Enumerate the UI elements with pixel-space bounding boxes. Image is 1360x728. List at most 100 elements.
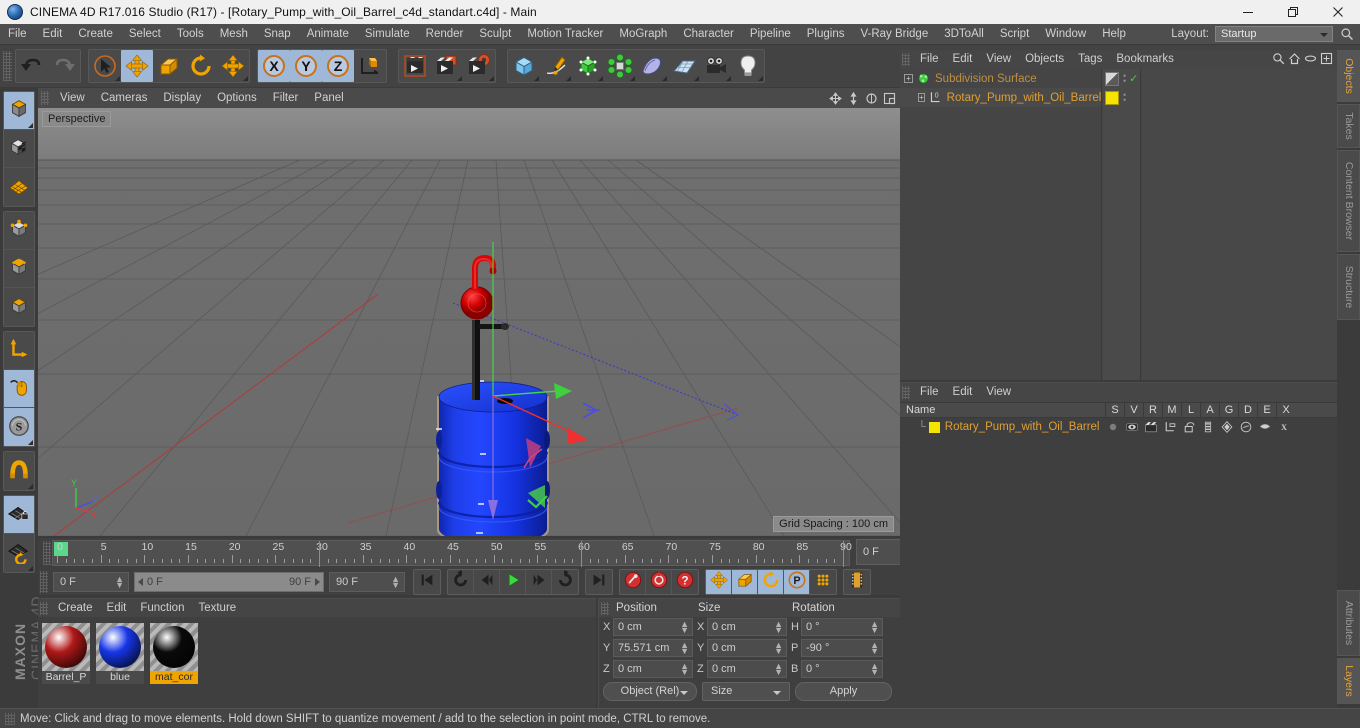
object-manager-drag-grip[interactable] <box>902 53 910 66</box>
apply-button[interactable]: Apply <box>795 682 892 701</box>
menu-item-3dtoall[interactable]: 3DToAll <box>936 24 992 45</box>
layer-menu-edit[interactable]: Edit <box>946 383 980 402</box>
record-active-objects-button[interactable] <box>620 569 646 594</box>
key-position-toggle[interactable] <box>706 569 732 594</box>
viewport-drag-grip[interactable] <box>41 91 49 105</box>
object-menu-objects[interactable]: Objects <box>1018 50 1071 69</box>
move-tool[interactable] <box>121 50 153 82</box>
play-backwards-loop-button[interactable] <box>448 569 474 594</box>
menu-item-mesh[interactable]: Mesh <box>212 24 256 45</box>
maximize-viewport-icon[interactable] <box>881 90 897 106</box>
vertical-tab-content-browser[interactable]: Content Browser <box>1337 150 1360 252</box>
vertical-tab-structure[interactable]: Structure <box>1337 254 1360 320</box>
play-forwards-loop-button[interactable] <box>552 570 578 594</box>
menu-item-mograph[interactable]: MoGraph <box>611 24 675 45</box>
layer-column-header-a[interactable]: A <box>1200 402 1219 418</box>
stepper-icon[interactable]: ▲▼ <box>774 620 783 635</box>
polygons-mode[interactable] <box>4 288 34 326</box>
layer-column-header-g[interactable]: G <box>1219 402 1238 418</box>
world-object-coordinates[interactable] <box>354 50 386 82</box>
redo-button[interactable] <box>48 50 80 82</box>
material-menu-texture[interactable]: Texture <box>191 599 243 617</box>
rotate-tool[interactable] <box>185 50 217 82</box>
layer-name-label[interactable]: Rotary_Pump_with_Oil_Barrel <box>945 421 1100 433</box>
layer-column-header-s[interactable]: S <box>1105 402 1124 418</box>
material-name-label[interactable]: Barrel_P <box>42 671 90 684</box>
viewport-menu-panel[interactable]: Panel <box>306 88 351 108</box>
key-parameter-toggle[interactable]: P <box>784 569 810 594</box>
key-rotation-toggle[interactable] <box>758 569 784 594</box>
stepper-icon[interactable]: ▲▼ <box>774 662 783 677</box>
size-field-2[interactable]: 0 cm ▲ ▼ <box>707 660 787 678</box>
menu-item-help[interactable]: Help <box>1094 24 1134 45</box>
add-spline-object[interactable] <box>540 50 572 82</box>
menu-item-create[interactable]: Create <box>70 24 121 45</box>
key-pla-toggle[interactable] <box>810 570 836 594</box>
menu-item-sculpt[interactable]: Sculpt <box>471 24 519 45</box>
lock-x-axis[interactable]: X <box>258 50 290 82</box>
perspective-viewport[interactable]: Perspective Grid Spacing : 100 cm Y Z X <box>38 108 900 536</box>
submenu-corner-icon[interactable] <box>115 76 120 81</box>
stepper-icon[interactable]: ▲▼ <box>870 641 879 656</box>
material-item[interactable]: mat_cor <box>150 623 198 684</box>
material-item[interactable]: blue <box>96 623 144 684</box>
layer-column-header-e[interactable]: E <box>1257 402 1276 418</box>
add-generator-object[interactable] <box>572 50 604 82</box>
fit-icon[interactable] <box>1320 52 1333 68</box>
timeline-end-field[interactable]: 90 F ▲ ▼ <box>329 571 405 592</box>
stepper-icon[interactable]: ▲▼ <box>391 574 400 589</box>
key-scale-toggle[interactable] <box>732 569 758 594</box>
visibility-dots-icon[interactable]: • • <box>1123 71 1126 85</box>
menu-item-script[interactable]: Script <box>992 24 1037 45</box>
submenu-corner-icon[interactable] <box>457 76 462 81</box>
step-forward-button[interactable] <box>526 569 552 594</box>
object-name-label[interactable]: Rotary_Pump_with_Oil_Barrel <box>947 92 1102 104</box>
search-icon[interactable] <box>1338 25 1356 43</box>
stepper-icon[interactable]: ▲▼ <box>680 641 689 656</box>
transform-tool[interactable] <box>217 50 249 82</box>
xref-icon[interactable]: X <box>1276 420 1291 435</box>
viewport-menu-view[interactable]: View <box>52 88 93 108</box>
enable-snapping[interactable] <box>4 452 34 490</box>
layer-column-header-x[interactable]: X <box>1276 402 1295 418</box>
submenu-corner-icon[interactable] <box>758 76 763 81</box>
object-menu-tags[interactable]: Tags <box>1071 50 1109 69</box>
object-menu-file[interactable]: File <box>913 50 946 69</box>
stepper-icon[interactable]: ▲▼ <box>774 641 783 656</box>
close-icon[interactable] <box>1315 0 1360 24</box>
layer-color-swatch[interactable] <box>928 421 940 433</box>
scale-tool[interactable] <box>153 50 185 82</box>
object-tree-row[interactable]: +0 Rotary_Pump_with_Oil_Barrel <box>900 88 1101 107</box>
object-axis-mode[interactable] <box>4 332 34 370</box>
stepper-icon[interactable]: ▲▼ <box>870 620 879 635</box>
go-to-start-button[interactable] <box>414 570 440 594</box>
position-field-1[interactable]: 75.571 cm ▲ ▼ <box>613 639 693 657</box>
menu-item-character[interactable]: Character <box>675 24 742 45</box>
menu-item-tools[interactable]: Tools <box>169 24 212 45</box>
position-field-0[interactable]: 0 cm ▲ ▼ <box>613 618 693 636</box>
zoom-viewport-icon[interactable] <box>845 90 861 106</box>
render-settings-button[interactable] <box>463 50 495 82</box>
visibility-dots-icon[interactable]: • • <box>1123 90 1126 104</box>
rotation-field-0[interactable]: 0 ° ▲ ▼ <box>801 618 883 636</box>
object-tag-row[interactable]: • • ✓ <box>1103 69 1140 88</box>
add-cube-object[interactable] <box>508 50 540 82</box>
position-field-2[interactable]: 0 cm ▲ ▼ <box>613 660 693 678</box>
points-mode[interactable] <box>4 212 34 250</box>
workplane-mode[interactable] <box>4 168 34 206</box>
layout-dropdown[interactable]: Startup <box>1215 26 1333 42</box>
add-camera-object[interactable] <box>700 50 732 82</box>
vertical-tab-layers[interactable]: Layers <box>1337 658 1360 704</box>
step-back-button[interactable] <box>474 569 500 594</box>
layer-column-header-m[interactable]: M <box>1162 402 1181 418</box>
coordinates-drag-grip[interactable] <box>601 601 609 615</box>
lock-y-axis[interactable]: Y <box>290 50 322 82</box>
coordinates-size-dropdown[interactable]: Size <box>702 682 790 701</box>
expand-collapse-toggle[interactable]: + <box>904 74 913 83</box>
minimize-icon[interactable] <box>1225 0 1270 24</box>
layer-menu-view[interactable]: View <box>979 383 1018 402</box>
texture-mode[interactable] <box>4 130 34 168</box>
layer-column-header-d[interactable]: D <box>1238 402 1257 418</box>
material-name-label[interactable]: mat_cor <box>150 671 198 684</box>
render-clapper-icon[interactable] <box>1143 420 1158 435</box>
